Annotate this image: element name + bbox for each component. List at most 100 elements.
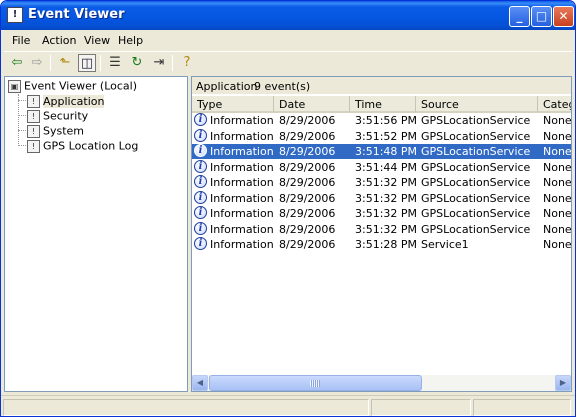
cell-time: 3:51:48 PM [355,145,418,158]
back-arrow-icon[interactable]: ⇦ [8,54,26,72]
toolbar-separator [100,55,101,71]
menu-help[interactable]: Help [118,34,143,47]
event-log-icon: ! [27,109,40,123]
status-panel-2 [371,399,471,416]
cell-source: GPSLocationService [421,160,531,174]
cell-source: GPSLocationService [421,176,531,189]
cell-source: GPSLocationService [421,222,531,236]
tree-item-gps-location-log[interactable]: ! GPS Location Log [27,139,138,153]
status-panel-3 [473,399,571,416]
cell-type: Information [210,114,274,127]
cell-category: None [543,238,572,251]
minimize-button[interactable]: _ [509,6,530,27]
properties-icon[interactable]: ☰ [106,54,124,72]
cell-time: 3:51:32 PM [355,191,418,205]
tree-item-label: GPS Location Log [43,139,139,153]
column-header-category[interactable]: Catego [538,96,571,113]
menu-view[interactable]: View [84,34,110,47]
cell-source: GPSLocationService [421,129,531,143]
event-count: 9 event(s) [254,80,311,93]
table-row[interactable]: i Information 8/29/2006 3:51:56 PM GPSLocati… [192,113,571,128]
cell-category: None [543,191,572,205]
tree-item-label: System [43,124,85,138]
cell-type: Information [210,176,274,189]
table-row[interactable]: i Information 8/29/2006 3:51:32 PM GPSLocati… [192,221,571,237]
up-folder-icon[interactable]: ⬑ [56,54,74,72]
menu-file[interactable]: File [12,34,30,47]
information-icon: i [194,237,207,250]
information-icon: i [194,206,207,219]
column-header-source[interactable]: Source [416,96,538,113]
column-header-time[interactable]: Time [350,96,416,113]
column-header-date[interactable]: Date [274,96,350,113]
cell-date: 8/29/2006 [279,114,336,127]
cell-time: 3:51:44 PM [355,160,418,174]
menu-action[interactable]: Action [42,34,76,47]
help-icon[interactable]: ? [178,54,196,72]
cell-type: Information [210,160,274,174]
tree-item-application[interactable]: ! Application [27,94,105,108]
tree-item-root[interactable]: ▣ Event Viewer (Local) [8,79,137,93]
information-icon: i [194,221,207,235]
maximize-button[interactable]: □ [531,6,552,27]
cell-time: 3:51:32 PM [355,222,418,236]
cell-time: 3:51:32 PM [355,207,418,220]
event-viewer-app-icon[interactable]: ! [7,7,23,23]
event-list-pane: Application 9 event(s) Type Date Time So… [191,76,572,392]
menu-bar: File Action View Help [4,31,572,50]
scroll-right-button[interactable]: ▶ [555,375,571,391]
cell-date: 8/29/2006 [279,191,336,205]
cell-category: None [543,114,572,127]
status-bar [1,395,575,416]
table-row[interactable]: i Information 8/29/2006 3:51:44 PM GPSLocati… [192,159,571,175]
cell-date: 8/29/2006 [279,238,336,251]
toolbar-separator [50,55,51,71]
tree-item-label: Application [43,94,105,108]
cell-date: 8/29/2006 [279,145,336,158]
table-row[interactable]: i Information 8/29/2006 3:51:28 PM Service1 N… [192,237,571,252]
cell-type: Information [210,129,274,143]
cell-category: None [543,207,572,220]
information-icon: i [194,175,207,188]
toolbar: ⇦ ⇨ ⬑ ◫ ☰ ↻ ⇥ ? [4,51,572,73]
console-tree[interactable]: ▣ Event Viewer (Local) ! Application ! Secu… [4,76,188,392]
cell-source: GPSLocationService [421,207,531,220]
export-list-icon[interactable]: ⇥ [150,54,168,72]
tree-connector [18,94,19,146]
table-row[interactable]: i Information 8/29/2006 3:51:32 PM GPSLocati… [192,206,571,221]
tree-item-system[interactable]: ! System [27,124,84,138]
table-row[interactable]: i Information 8/29/2006 3:51:32 PM GPSLocati… [192,175,571,190]
cell-type: Information [210,222,274,236]
information-icon: i [194,128,207,142]
scroll-left-button[interactable]: ◀ [192,375,208,391]
table-row[interactable]: i Information 8/29/2006 3:51:52 PM GPSLocati… [192,128,571,144]
information-icon: i [194,144,207,157]
toolbar-separator [172,55,173,71]
close-button[interactable]: ✕ [553,6,574,27]
window-title: Event Viewer [28,7,125,22]
table-row[interactable]: i Information 8/29/2006 3:51:48 PM GPSLocati… [192,144,571,159]
information-icon: i [194,159,207,173]
tree-root-label: Event Viewer (Local) [24,79,137,93]
cell-date: 8/29/2006 [279,160,336,174]
column-header-type[interactable]: Type [192,96,274,113]
cell-type: Information [210,145,274,158]
horizontal-scrollbar[interactable]: ◀ ▶ [192,375,571,391]
information-icon: i [194,190,207,204]
cell-type: Information [210,191,274,205]
refresh-icon[interactable]: ↻ [128,54,146,72]
cell-date: 8/29/2006 [279,129,336,143]
cell-source: GPSLocationService [421,191,531,205]
scroll-thumb[interactable] [209,375,422,391]
forward-arrow-icon[interactable]: ⇨ [28,54,46,72]
cell-type: Information [210,207,274,220]
show-hide-tree-icon[interactable]: ◫ [78,54,96,72]
computer-icon: ▣ [8,79,21,93]
cell-source: Service1 [421,238,469,251]
column-headers: Type Date Time Source Catego [192,96,571,113]
event-viewer-window: ! Event Viewer _ □ ✕ File Action View He… [0,0,576,417]
title-bar[interactable]: ! Event Viewer _ □ ✕ [1,1,575,30]
cell-time: 3:51:32 PM [355,176,418,189]
tree-item-security[interactable]: ! Security [27,109,88,123]
table-row[interactable]: i Information 8/29/2006 3:51:32 PM GPSLocati… [192,190,572,206]
